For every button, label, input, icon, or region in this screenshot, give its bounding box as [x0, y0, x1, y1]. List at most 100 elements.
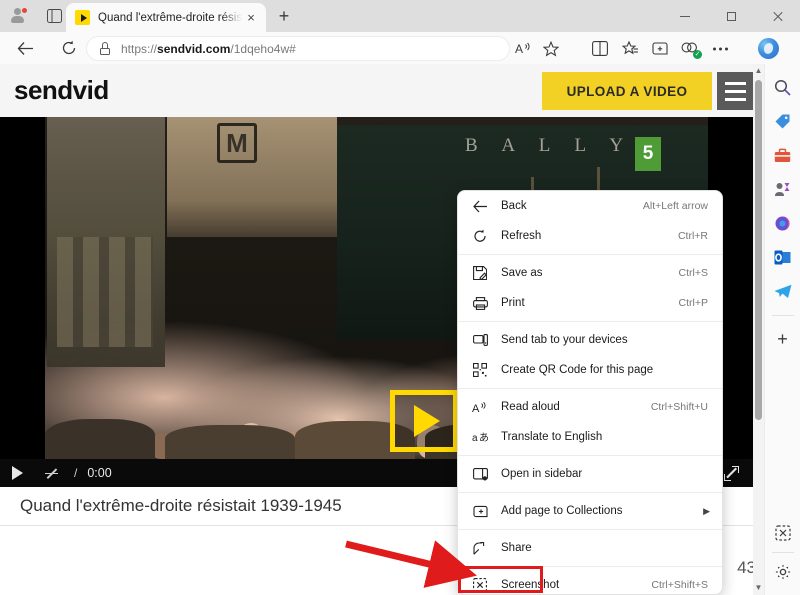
sidebar-search-icon[interactable] [769, 72, 797, 102]
refresh-icon [470, 229, 490, 243]
scroll-up-arrow[interactable]: ▲ [753, 64, 764, 78]
telegram-glyph [774, 284, 791, 298]
translate-icon: aあ [470, 431, 490, 443]
hamburger-menu-icon[interactable] [717, 72, 754, 110]
toolbar-actions: ✓ [585, 36, 735, 61]
menu-item-open-in-sidebar[interactable]: Open in sidebar [458, 459, 722, 489]
page-scrollbar[interactable]: ▲ ▼ [753, 64, 764, 595]
outlook-glyph [774, 250, 791, 264]
menu-item-back[interactable]: Back Alt+Left arrow [458, 191, 722, 221]
toolbox-glyph [774, 148, 791, 162]
menu-item-label: Read aloud [501, 401, 560, 413]
back-button[interactable] [10, 35, 40, 61]
sidebar-telegram-icon[interactable] [769, 276, 797, 306]
back-arrow-icon [17, 41, 33, 55]
menu-item-save-as[interactable]: Save as Ctrl+S [458, 258, 722, 288]
url-scheme: https:// [121, 41, 158, 56]
omnibox-actions: A [510, 36, 564, 61]
annotation-arrow [345, 540, 477, 588]
sidebar-bottom-group [769, 518, 797, 589]
menu-item-label: Add page to Collections [501, 505, 623, 517]
menu-item-shortcut: Ctrl+Shift+S [651, 579, 708, 591]
save-as-icon [470, 266, 490, 280]
menu-item-shortcut: Alt+Left arrow [642, 200, 708, 212]
sidebar-shopping-icon[interactable] [769, 106, 797, 136]
url-domain: sendvid.com [157, 41, 231, 56]
back-arrow-icon [470, 200, 490, 213]
address-bar[interactable]: https://sendvid.com/1dqeho4w# [86, 36, 510, 61]
sidebar-settings-icon[interactable] [769, 557, 797, 587]
play-button-icon[interactable] [12, 466, 23, 480]
svg-text:あ: あ [479, 432, 489, 443]
menu-separator [458, 254, 722, 255]
menu-item-read-aloud[interactable]: A Read aloud Ctrl+Shift+U [458, 392, 722, 422]
collections-icon[interactable] [645, 36, 675, 61]
close-button[interactable] [754, 0, 800, 32]
browser-essentials-icon[interactable]: ✓ [675, 36, 705, 61]
scroll-down-arrow[interactable]: ▼ [753, 581, 764, 595]
menu-item-create-qr-code-for-this-page[interactable]: Create QR Code for this page [458, 355, 722, 385]
new-tab-button[interactable]: + [272, 6, 296, 28]
svg-text:a: a [472, 433, 478, 443]
menu-item-label: Open in sidebar [501, 468, 583, 480]
sidebar-screenshot-icon[interactable] [769, 518, 797, 548]
refresh-icon [62, 40, 76, 55]
menu-item-send-tab-to-your-devices[interactable]: Send tab to your devices [458, 325, 722, 355]
tab-title: Quand l'extrême-droite résistait [98, 11, 242, 24]
maximize-button[interactable] [708, 0, 754, 32]
sign-m: M [217, 123, 257, 163]
sidebar-games-icon[interactable] [769, 174, 797, 204]
sidebar-outlook-icon[interactable] [769, 242, 797, 272]
read-aloud-icon[interactable]: A [510, 36, 537, 61]
video-play-favicon [75, 10, 90, 25]
svg-text:A: A [515, 42, 523, 56]
upload-a-video-button[interactable]: UPLOAD A VIDEO [542, 72, 712, 110]
copilot-icon[interactable] [758, 38, 779, 59]
collections-glyph [652, 42, 668, 55]
scrollbar-thumb[interactable] [755, 80, 762, 420]
building-left [47, 117, 165, 367]
qr-code-icon [470, 363, 490, 377]
play-overlay-icon[interactable] [390, 390, 458, 452]
office-glyph [775, 216, 790, 230]
tab-actions-icon[interactable] [40, 3, 68, 29]
site-header: sendvid UPLOAD A VIDEO [0, 64, 764, 117]
sidebar-office-icon[interactable] [769, 208, 797, 238]
read-aloud-icon: A [470, 401, 490, 414]
window-controls [662, 0, 800, 32]
menu-item-label: Save as [501, 267, 543, 279]
url-path: /1dqeho4w# [230, 41, 296, 56]
profile-avatar-icon[interactable] [4, 3, 32, 29]
menu-item-shortcut: Ctrl+Shift+U [650, 401, 708, 413]
minimize-button[interactable] [662, 0, 708, 32]
sidebar-divider [771, 315, 794, 316]
sidebar-add-icon[interactable]: + [769, 324, 797, 354]
menu-separator [458, 492, 722, 493]
split-screen-icon[interactable] [585, 36, 615, 61]
address-bar-url: https://sendvid.com/1dqeho4w# [121, 42, 296, 56]
menu-item-refresh[interactable]: Refresh Ctrl+R [458, 221, 722, 251]
site-logo[interactable]: sendvid [14, 75, 109, 106]
split-screen-glyph [592, 41, 608, 56]
menu-item-shortcut: Ctrl+P [678, 297, 708, 309]
menu-item-label: Print [501, 297, 525, 309]
menu-item-print[interactable]: Print Ctrl+P [458, 288, 722, 318]
menu-item-label: Screenshot [501, 579, 560, 591]
fullscreen-icon[interactable] [724, 465, 739, 481]
tab-actions-glyph [46, 9, 62, 23]
favorites-glyph [621, 41, 638, 55]
time-separator: / [74, 466, 78, 480]
tab-strip: Quand l'extrême-droite résistait × + [0, 0, 800, 32]
menu-item-add-page-to-collections[interactable]: Add page to Collections ▶ [458, 496, 722, 526]
refresh-button[interactable] [54, 35, 84, 61]
menu-item-label: Back [501, 200, 527, 212]
tab-close-icon[interactable]: × [242, 9, 260, 27]
favorites-icon[interactable] [615, 36, 645, 61]
menu-item-translate-to-english[interactable]: a あ Translate to English [458, 422, 722, 452]
sidebar-bottom-divider [772, 552, 794, 553]
browser-tab[interactable]: Quand l'extrême-droite résistait × [66, 3, 266, 32]
browser-window: Quand l'extrême-droite résistait × + htt… [0, 0, 800, 595]
favorite-star-icon[interactable] [537, 36, 564, 61]
settings-and-more-icon[interactable] [705, 36, 735, 61]
sidebar-tools-icon[interactable] [769, 140, 797, 170]
